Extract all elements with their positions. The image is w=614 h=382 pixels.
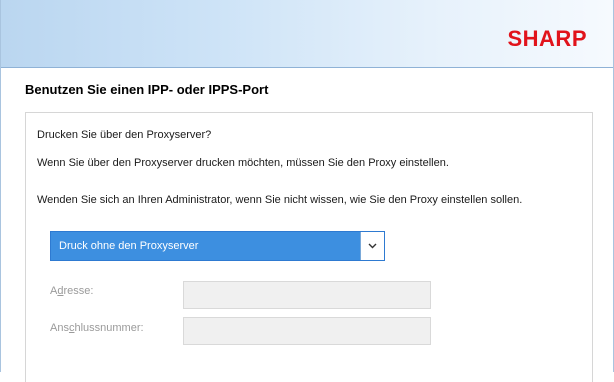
port-number-label: Anschlussnummer: xyxy=(50,322,144,334)
proxy-select-dropdown[interactable]: Druck ohne den Proxyserver xyxy=(50,231,385,261)
address-label: Adresse: xyxy=(50,285,94,297)
installer-window: SHARP Benutzen Sie einen IPP- oder IPPS-… xyxy=(0,0,614,382)
port-number-input[interactable] xyxy=(183,317,431,345)
sharp-logo: SHARP xyxy=(507,26,587,51)
proxy-group-box: Drucken Sie über den Proxyserver? Wenn S… xyxy=(25,112,593,382)
chevron-down-icon[interactable] xyxy=(360,232,384,260)
proxy-info-text-2: Wenden Sie sich an Ihren Administrator, … xyxy=(37,194,523,206)
proxy-info-text-1: Wenn Sie über den Proxyserver drucken mö… xyxy=(37,157,449,169)
header-banner: SHARP xyxy=(1,0,613,68)
address-input[interactable] xyxy=(183,281,431,309)
page-title: Benutzen Sie einen IPP- oder IPPS-Port xyxy=(25,82,269,97)
proxy-question-text: Drucken Sie über den Proxyserver? xyxy=(37,129,212,141)
proxy-select-value: Druck ohne den Proxyserver xyxy=(59,240,199,252)
